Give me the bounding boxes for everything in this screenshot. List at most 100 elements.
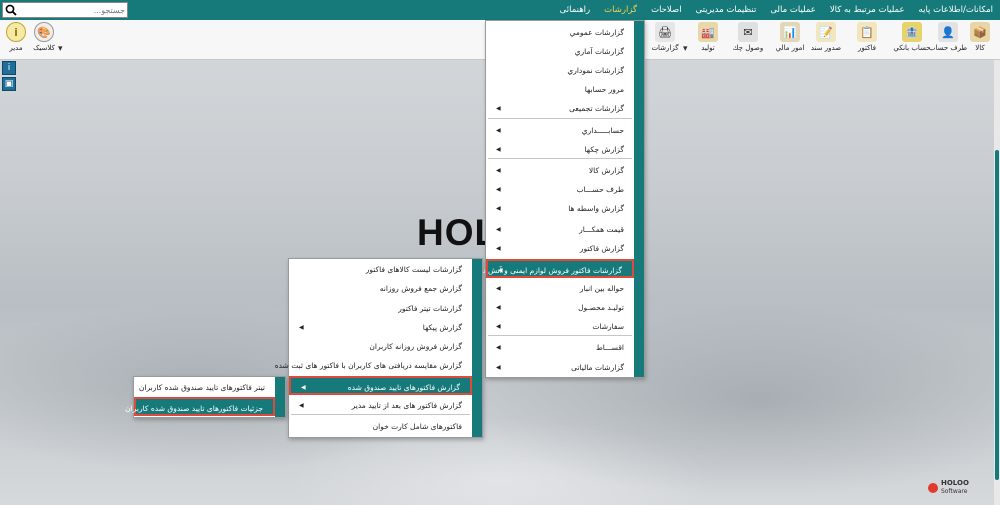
menu-item-label: گزارشات عمومي xyxy=(569,28,624,37)
holoo-logo: HOLOO Software xyxy=(928,479,969,496)
menu-item-operations[interactable]: عملیات مرتبط به کالا xyxy=(823,0,912,20)
menu-item[interactable]: توليـد محصـول ◀ xyxy=(486,298,634,317)
menu-item-label: گزارشات فاکتور فروش لوازم ایمنی و آتش نش… xyxy=(466,266,622,275)
menu-item-label: توليـد محصـول xyxy=(578,303,624,312)
logo-mark-icon xyxy=(928,482,938,493)
menu-item[interactable]: گزارش فاکتور های بعد از تایید مدیر ◀ xyxy=(289,396,472,415)
submenu-arrow-icon: ◀ xyxy=(299,324,304,331)
menu-item-label: گزارش فروش روزانه کاربران xyxy=(369,342,462,351)
menu-divider xyxy=(291,414,470,415)
menu-item-label: سفارشات xyxy=(592,322,624,331)
report-icon: 🖨 xyxy=(655,22,675,42)
menu-item-label: تیتر فاکتورهای تایید صندوق شده کاربران xyxy=(138,383,265,392)
menu-item[interactable]: گزارشات مالیاتی ◀ xyxy=(486,358,634,377)
menu-item[interactable]: گزارش جمع فروش روزانه xyxy=(289,279,472,298)
submenu-arrow-icon: ◀ xyxy=(496,323,501,330)
menu-corrections[interactable]: اصلاحات xyxy=(644,0,689,20)
submenu-arrow-icon: ◀ xyxy=(496,205,501,212)
submenu-arrow-icon: ◀ xyxy=(496,285,501,292)
menu-item-label: حواله بين انبار xyxy=(579,284,624,293)
menu-item-label: جزئیات فاکتورهای تایید صندوق شده کاربران xyxy=(125,404,263,413)
taraf-hesab-button[interactable]: 👤 طرف حساب xyxy=(929,22,967,58)
menu-item[interactable]: حواله بين انبار ◀ xyxy=(486,279,634,298)
menu-item-label: گزارش پیکها xyxy=(422,323,462,332)
menu-admin-settings[interactable]: تنظیمات مدیریتی xyxy=(689,0,764,20)
menu-financial-operations[interactable]: عملیات مالی xyxy=(763,0,822,20)
info-icon: i xyxy=(6,22,26,42)
menu-item[interactable]: گزارش فاکتورهای تایید صندوق شده ◀ xyxy=(289,376,472,395)
menu-item[interactable]: گزارشات فاکتور فروش لوازم ایمنی و آتش نش… xyxy=(466,259,634,278)
menu-item[interactable]: فاکتورهای شامل کارت خوان xyxy=(289,417,472,436)
menu-item-label: حسابـــــداري xyxy=(581,126,624,135)
menu-item[interactable]: گزارشات آماري xyxy=(486,42,634,61)
search-box xyxy=(2,2,128,18)
kala-button[interactable]: 📦 کالا xyxy=(966,22,994,58)
hesab-banki-button[interactable]: 🏦 حساب بانکي xyxy=(893,22,931,58)
submenu-arrow-icon: ◀ xyxy=(301,384,306,391)
submenu-arrow-icon: ◀ xyxy=(496,364,501,371)
factor-button[interactable]: 📋 فاکتور xyxy=(853,22,881,58)
cash-approved-submenu: تیتر فاکتورهای تایید صندوق شده کاربران جز… xyxy=(125,376,286,418)
menu-item[interactable]: گزارشات نموداري xyxy=(486,61,634,80)
menu-item-label: گزارش مقایسه دریافتی های کاربران با فاکت… xyxy=(274,361,462,370)
menubar: امکانات/اطلاعات پایه عملیات مرتبط به کال… xyxy=(0,0,1000,20)
menu-item[interactable]: حسابـــــداري ◀ xyxy=(486,121,634,140)
box-icon: 📦 xyxy=(970,22,990,42)
menu-item-label: گزارش فاکتورهای تایید صندوق شده xyxy=(347,383,460,392)
classic-button[interactable]: 🎨 کلاسیک xyxy=(30,22,58,58)
palette-icon: 🎨 xyxy=(34,22,54,42)
scrollbar-thumb[interactable] xyxy=(995,150,999,480)
search-icon[interactable] xyxy=(3,2,19,18)
submenu-arrow-icon: ◀ xyxy=(496,245,501,252)
menu-basic-info[interactable]: امکانات/اطلاعات پایه xyxy=(912,0,1000,20)
modir-button[interactable]: i مدیر xyxy=(2,22,30,58)
menu-item[interactable]: گزارش واسطه ها ◀ xyxy=(486,199,634,218)
menu-item[interactable]: گزارشات عمومي xyxy=(486,23,634,42)
menu-item[interactable]: گزارش فروش روزانه کاربران xyxy=(289,337,472,356)
menu-item[interactable]: مرور حسابها xyxy=(486,80,634,99)
menu-divider xyxy=(488,118,632,119)
menu-item-label: گزارشات مالیاتی xyxy=(571,363,624,372)
submenu-arrow-icon: ◀ xyxy=(496,146,501,153)
menu-item[interactable]: گزارشات لیست کالاهای فاکتور xyxy=(289,260,472,279)
finance-icon: 📊 xyxy=(780,22,800,42)
menu-item[interactable]: تیتر فاکتورهای تایید صندوق شده کاربران xyxy=(134,378,275,397)
menu-item[interactable]: گزارشات تیتر فاکتور xyxy=(289,299,472,318)
menu-item[interactable]: اقســـاط ◀ xyxy=(486,338,634,357)
menu-item-label: اقســـاط xyxy=(595,343,624,352)
info-icon[interactable]: i xyxy=(2,61,16,75)
invoice-icon: 📋 xyxy=(857,22,877,42)
tolid-button[interactable]: 🏭 توليد xyxy=(694,22,722,58)
menu-item[interactable]: طرف حســـاب ◀ xyxy=(486,180,634,199)
submenu-arrow-icon: ◀ xyxy=(498,267,503,274)
vosul-chek-button[interactable]: ✉ وصول چك xyxy=(733,22,763,58)
scrollbar[interactable] xyxy=(994,60,1000,505)
menu-item[interactable]: گزارش كالا ◀ xyxy=(486,161,634,180)
menu-item[interactable]: گزارشات تجمیعی ◀ xyxy=(486,99,634,118)
omur-mali-button[interactable]: 📊 امور مالي xyxy=(776,22,804,58)
gozareshat-button[interactable]: 🖨 گزارشات xyxy=(651,22,679,58)
menu-item[interactable]: گزارش چكها ◀ xyxy=(486,140,634,159)
menu-item[interactable]: گزارش مقایسه دریافتی های کاربران با فاکت… xyxy=(275,356,472,375)
menu-item[interactable]: سفارشات ◀ xyxy=(486,317,634,336)
menu-item[interactable]: گزارش پیکها ◀ xyxy=(289,318,472,337)
menu-item-label: گزارش كالا xyxy=(588,166,624,175)
menu-item-label: قيمت همكـــار xyxy=(579,225,624,234)
bank-icon: 🏦 xyxy=(902,22,922,42)
person-icon: 👤 xyxy=(938,22,958,42)
menu-item-label: گزارشات نموداري xyxy=(567,66,624,75)
menu-item[interactable]: گزارش فاکتور ◀ xyxy=(486,239,634,258)
production-icon: 🏭 xyxy=(698,22,718,42)
menu-item-label: گزارش واسطه ها xyxy=(568,204,624,213)
submenu-arrow-icon: ◀ xyxy=(496,226,501,233)
search-input[interactable] xyxy=(19,3,125,17)
menu-item[interactable]: قيمت همكـــار ◀ xyxy=(486,220,634,239)
user-icon[interactable]: ▣ xyxy=(2,77,16,91)
menu-item-label: مرور حسابها xyxy=(584,85,624,94)
menu-reports[interactable]: گزارشات xyxy=(597,0,644,20)
menu-item[interactable]: جزئیات فاکتورهای تایید صندوق شده کاربران xyxy=(125,397,275,416)
submenu-arrow-icon: ◀ xyxy=(496,127,501,134)
side-icons: i ▣ xyxy=(2,61,16,93)
menu-help[interactable]: راهنمائی xyxy=(553,0,597,20)
sodor-sanad-button[interactable]: 📝 صدور سند xyxy=(811,22,841,58)
